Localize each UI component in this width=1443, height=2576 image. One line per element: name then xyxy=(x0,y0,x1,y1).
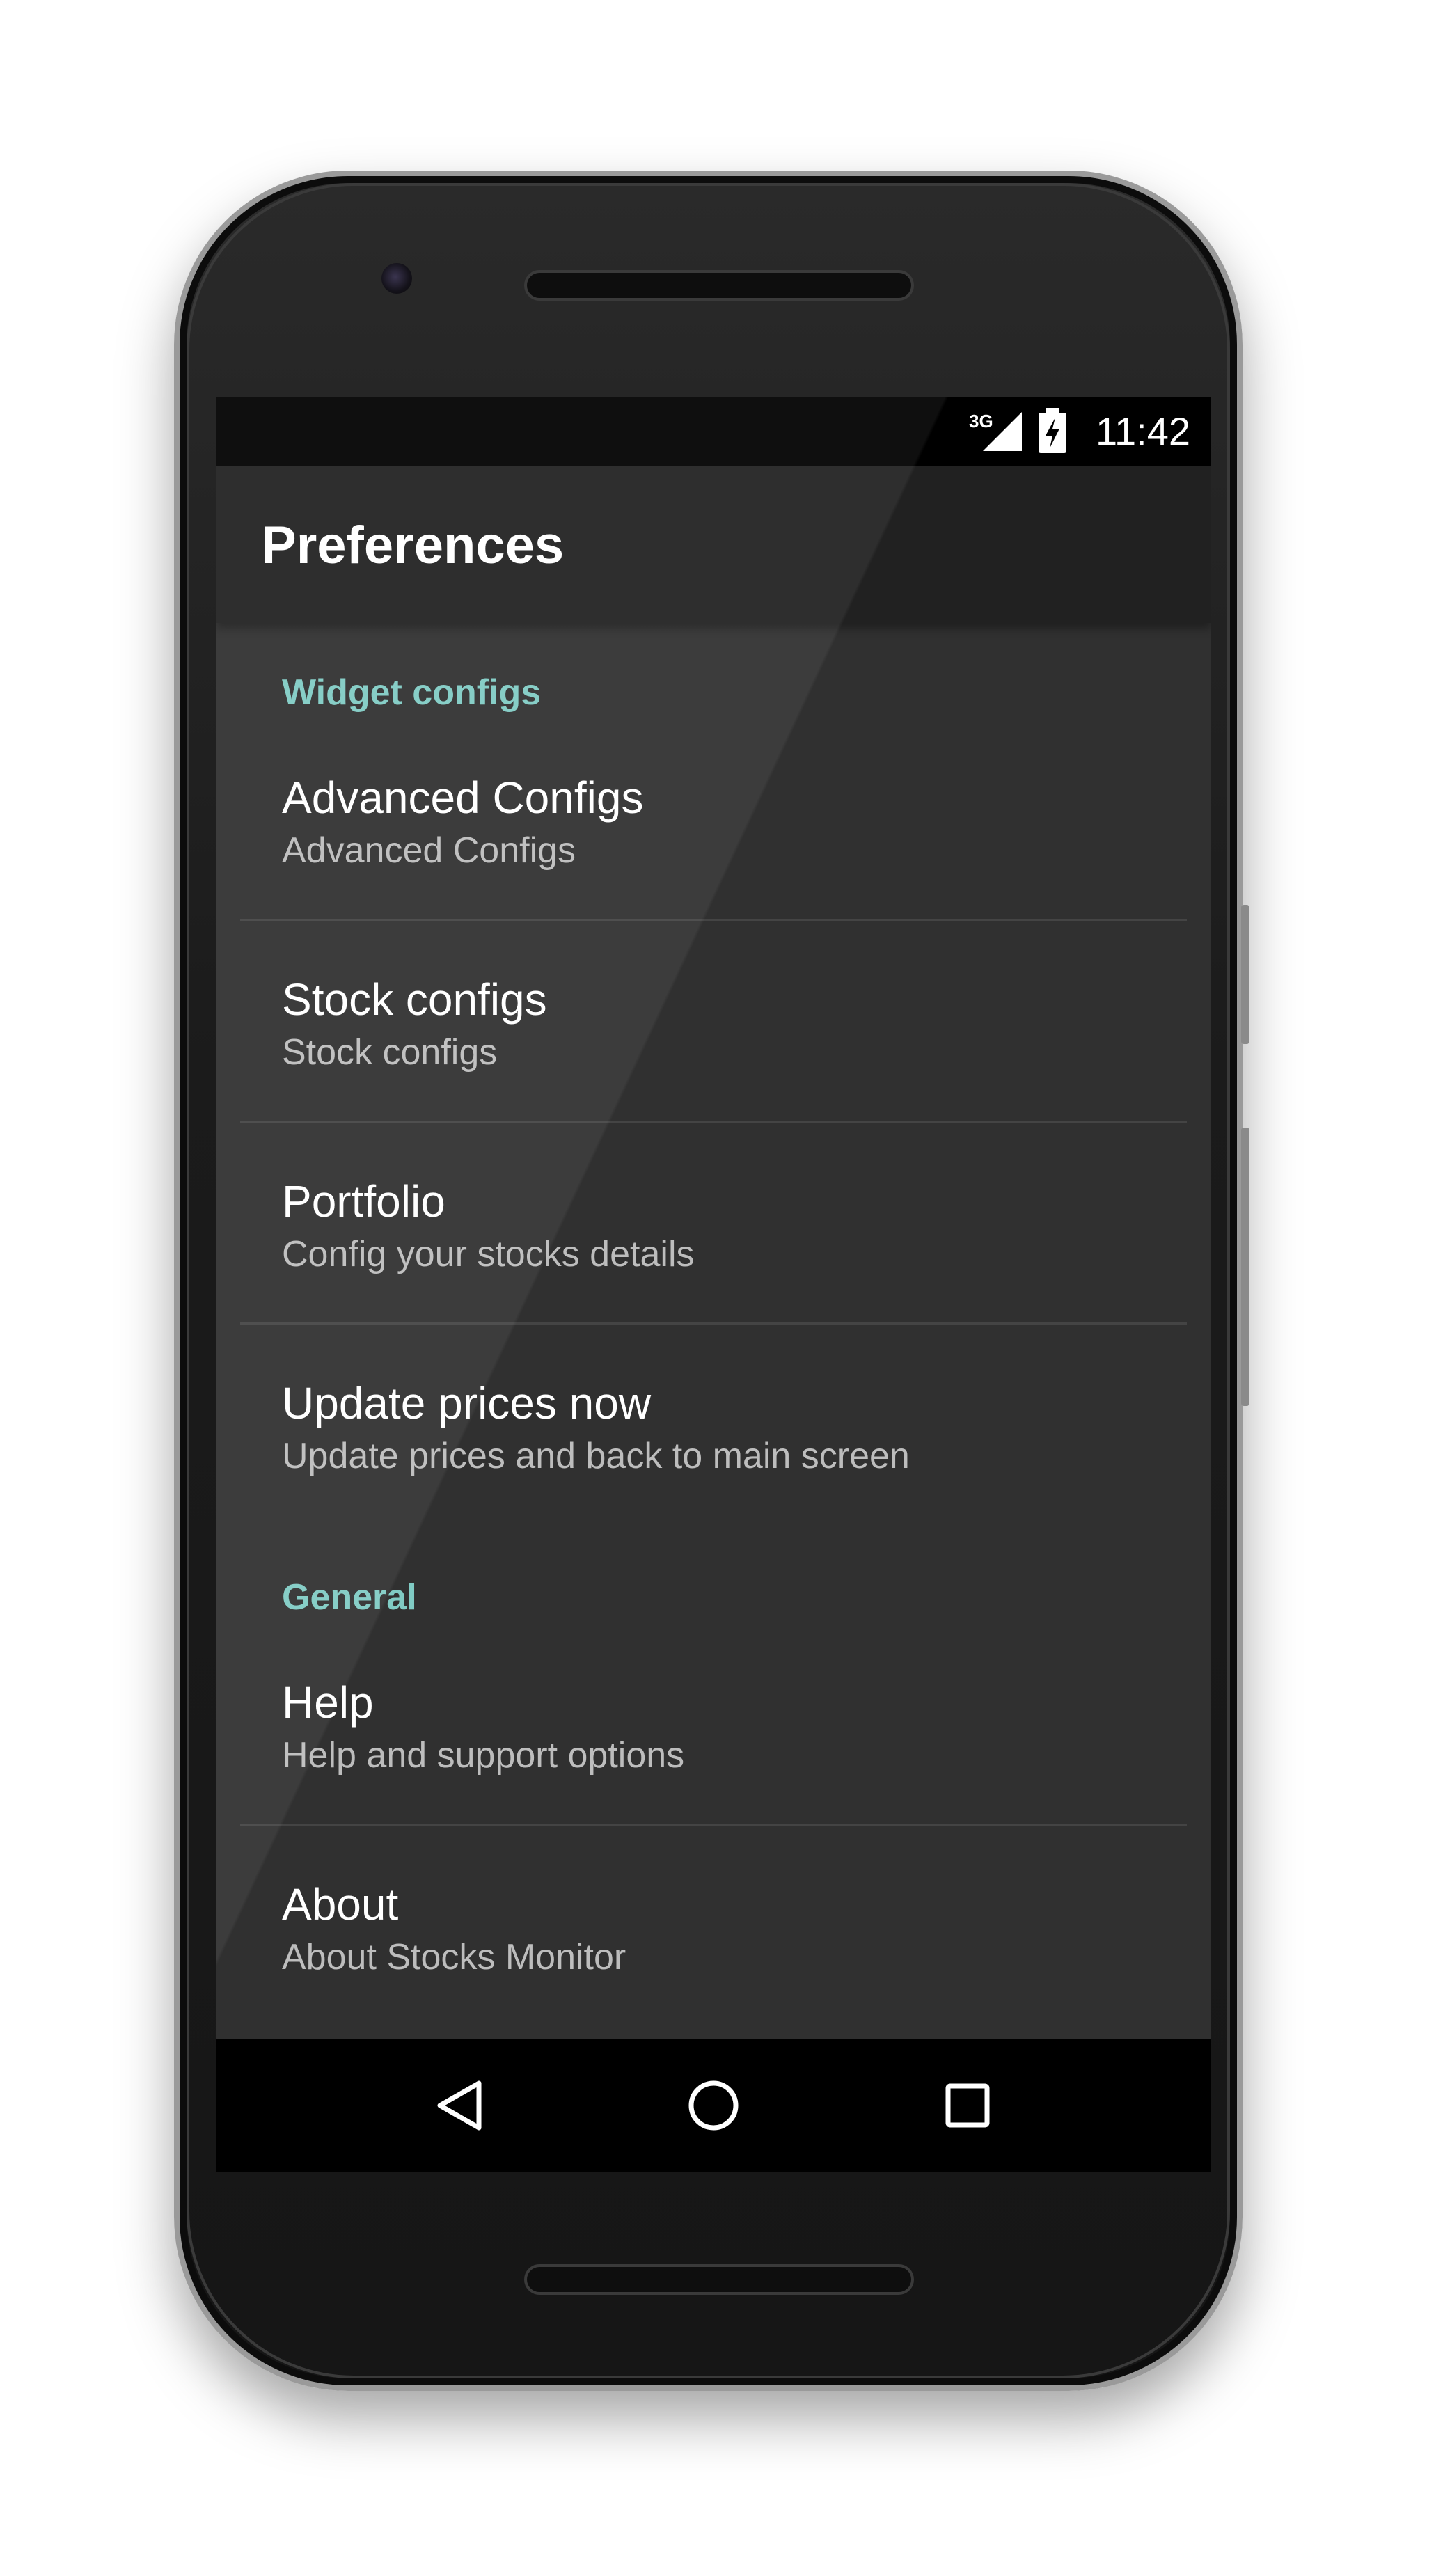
pref-help[interactable]: Help Help and support options xyxy=(216,1677,1211,1879)
bottom-speaker xyxy=(524,2264,914,2295)
front-camera xyxy=(381,263,412,294)
pref-title: Advanced Configs xyxy=(282,773,644,823)
device-frame-stage: 3G 11:42 Preferences Widget configs Adva… xyxy=(0,0,1443,2576)
pref-title: Help xyxy=(282,1677,374,1728)
category-widget-configs: Widget configs xyxy=(282,672,542,713)
pref-summary: Stock configs xyxy=(282,1032,498,1073)
pref-title: Portfolio xyxy=(282,1176,445,1226)
list-divider xyxy=(240,919,1187,921)
pref-portfolio[interactable]: Portfolio Config your stocks details xyxy=(216,1176,1211,1378)
recents-icon[interactable] xyxy=(933,2071,1002,2140)
list-divider xyxy=(240,1121,1187,1123)
status-bar: 3G 11:42 xyxy=(216,397,1211,466)
device-screen: 3G 11:42 Preferences Widget configs Adva… xyxy=(216,397,1211,2172)
pref-title: Update prices now xyxy=(282,1378,652,1428)
page-title: Preferences xyxy=(261,516,565,575)
list-divider xyxy=(240,1322,1187,1325)
cell-signal-icon: 3G xyxy=(969,411,1022,451)
top-speaker xyxy=(524,270,914,301)
pref-stock-configs[interactable]: Stock configs Stock configs xyxy=(216,974,1211,1176)
status-time: 11:42 xyxy=(1096,409,1190,453)
pref-summary: Advanced Configs xyxy=(282,830,576,871)
pref-summary: Update prices and back to main screen xyxy=(282,1436,910,1476)
power-button xyxy=(1241,905,1249,1044)
app-toolbar: Preferences xyxy=(216,466,1211,623)
back-icon[interactable] xyxy=(425,2071,494,2140)
pref-summary: About Stocks Monitor xyxy=(282,1937,626,1977)
pref-advanced-configs[interactable]: Advanced Configs Advanced Configs xyxy=(216,773,1211,974)
navigation-bar xyxy=(216,2039,1211,2172)
home-icon[interactable] xyxy=(679,2071,748,2140)
pref-title: Stock configs xyxy=(282,974,547,1025)
battery-charging-icon xyxy=(1039,408,1066,453)
pref-update-prices-now[interactable]: Update prices now Update prices and back… xyxy=(216,1378,1211,1580)
volume-button xyxy=(1241,1128,1249,1406)
category-general: General xyxy=(282,1577,417,1618)
pref-summary: Config your stocks details xyxy=(282,1234,695,1274)
pref-title: About xyxy=(282,1879,399,1929)
pref-summary: Help and support options xyxy=(282,1735,685,1776)
list-divider xyxy=(240,1824,1187,1826)
network-type-label: 3G xyxy=(969,411,993,432)
